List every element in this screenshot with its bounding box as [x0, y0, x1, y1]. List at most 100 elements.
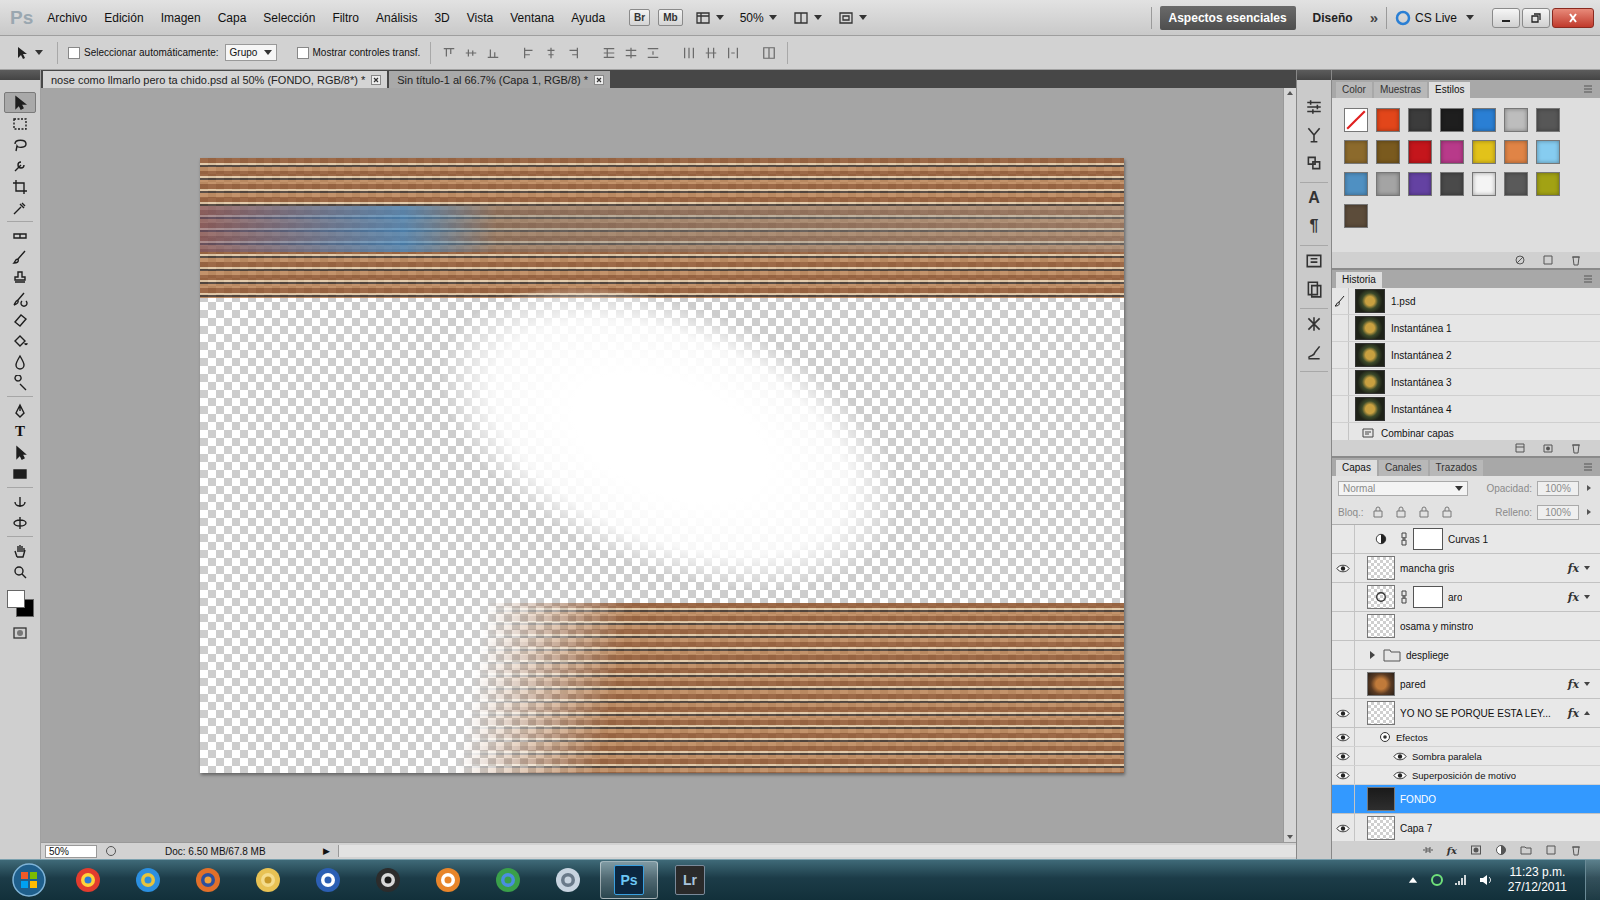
style-swatch[interactable]	[1436, 136, 1467, 167]
tool-button[interactable]: T	[5, 421, 35, 442]
tool-button[interactable]	[5, 330, 35, 351]
link-icon[interactable]	[1400, 532, 1408, 546]
fill-slider-button[interactable]	[1584, 505, 1594, 519]
text-panel-icon[interactable]: A	[1308, 189, 1320, 207]
tool-button[interactable]	[5, 442, 35, 463]
panel-menu-icon[interactable]	[1582, 273, 1594, 285]
cs-live-button[interactable]: CS Live	[1395, 10, 1474, 26]
layer-effects-badge[interactable]: fx	[1568, 678, 1579, 691]
clone-source-icon[interactable]	[1305, 154, 1323, 172]
signal-icon[interactable]	[1454, 873, 1468, 887]
layer-effects-badge[interactable]: fx	[1568, 707, 1579, 720]
new-style-icon[interactable]	[1542, 254, 1554, 266]
color-picker[interactable]	[5, 588, 35, 618]
trash-icon[interactable]	[1570, 442, 1582, 454]
menu-item[interactable]: Archivo	[47, 11, 87, 25]
status-menu-button[interactable]: ▶	[323, 846, 330, 856]
expand-effects-toggle[interactable]	[1584, 682, 1590, 686]
tool-button[interactable]	[5, 288, 35, 309]
panel-menu-icon[interactable]	[1582, 83, 1594, 95]
align-icon[interactable]	[682, 46, 696, 60]
opacity-field[interactable]: 100%	[1537, 481, 1579, 496]
mini-bridge-button[interactable]: Mb	[658, 9, 682, 26]
tool-button[interactable]	[5, 309, 35, 330]
menu-item[interactable]: Edición	[104, 11, 143, 25]
opacity-slider-button[interactable]	[1584, 481, 1594, 495]
link-layers-icon[interactable]	[1422, 844, 1434, 856]
history-source-toggle[interactable]	[1332, 315, 1349, 341]
layer-row[interactable]: FONDO	[1332, 785, 1600, 814]
new-layer-icon[interactable]	[1545, 844, 1557, 856]
view-extras-button[interactable]	[691, 8, 728, 28]
start-button[interactable]	[2, 862, 56, 898]
adjustment-layer-icon[interactable]	[1495, 844, 1507, 856]
taskbar-app[interactable]: Lr	[662, 861, 718, 899]
link-icon[interactable]	[1400, 590, 1408, 604]
tool-preset-picker[interactable]	[10, 45, 47, 61]
taskbar-app[interactable]	[540, 861, 596, 899]
align-icon[interactable]	[624, 46, 638, 60]
style-swatch[interactable]	[1436, 168, 1467, 199]
align-icon[interactable]	[762, 46, 776, 60]
layer-row[interactable]: Superposición de motivo	[1332, 766, 1600, 785]
vertical-scrollbar[interactable]	[1283, 88, 1296, 842]
taskbar-app[interactable]	[240, 861, 296, 899]
align-icon[interactable]	[464, 46, 478, 60]
taskbar-app[interactable]	[300, 861, 356, 899]
history-source-toggle[interactable]	[1332, 288, 1349, 314]
zoom-field[interactable]: 50%	[45, 845, 97, 858]
panel-tab[interactable]: Muestras	[1374, 82, 1427, 98]
new-group-icon[interactable]	[1520, 844, 1532, 856]
visibility-toggle[interactable]	[1332, 670, 1355, 698]
style-swatch[interactable]	[1532, 104, 1563, 135]
tool-button[interactable]	[5, 246, 35, 267]
panel-tab[interactable]: Historia	[1336, 272, 1382, 288]
history-item[interactable]: Instantánea 4	[1332, 396, 1600, 423]
history-item[interactable]: Instantánea 2	[1332, 342, 1600, 369]
document-tab[interactable]: Sin título-1 al 66.7% (Capa 1, RGB/8) *	[389, 71, 610, 88]
history-item[interactable]: Instantánea 3	[1332, 369, 1600, 396]
trash-icon[interactable]	[1570, 844, 1582, 856]
style-swatch[interactable]	[1404, 136, 1435, 167]
style-swatch[interactable]	[1340, 168, 1371, 199]
visibility-toggle[interactable]	[1332, 554, 1355, 582]
panel-tab[interactable]: Trazados	[1430, 460, 1483, 476]
close-tab-icon[interactable]	[594, 75, 604, 85]
fill-field[interactable]: 100%	[1537, 505, 1579, 520]
tool-button[interactable]	[5, 267, 35, 288]
new-document-from-state-icon[interactable]	[1514, 442, 1526, 454]
layer-mask-thumbnail[interactable]	[1413, 586, 1443, 608]
visibility-toggle[interactable]	[1332, 612, 1355, 640]
visibility-toggle[interactable]	[1332, 641, 1355, 669]
checkbox[interactable]	[68, 47, 80, 59]
align-icon[interactable]	[566, 46, 580, 60]
lock-option-icon[interactable]	[1372, 506, 1384, 518]
transform-controls-checkbox[interactable]: Mostrar controles transf.	[297, 47, 421, 59]
text-panel-icon[interactable]: ¶	[1310, 217, 1319, 235]
style-swatch[interactable]	[1468, 136, 1499, 167]
trash-icon[interactable]	[1570, 254, 1582, 266]
restore-button[interactable]	[1522, 8, 1550, 28]
taskbar-app[interactable]: Ps	[600, 861, 658, 899]
add-layer-style-button[interactable]: fx	[1447, 845, 1457, 856]
masks-panel-icon[interactable]	[1305, 126, 1323, 144]
style-swatch[interactable]	[1532, 168, 1563, 199]
tool-button[interactable]	[5, 134, 35, 155]
history-source-toggle[interactable]	[1332, 342, 1349, 368]
expand-effects-toggle[interactable]	[1584, 566, 1590, 570]
expand-group-toggle[interactable]	[1370, 651, 1375, 659]
menu-item[interactable]: Ayuda	[571, 11, 605, 25]
menu-item[interactable]: Ventana	[510, 11, 554, 25]
document-info-icon[interactable]	[105, 845, 117, 857]
layer-row[interactable]: arofx	[1332, 583, 1600, 612]
history-source-toggle[interactable]	[1332, 423, 1349, 440]
style-swatch[interactable]	[1372, 168, 1403, 199]
navigator-panel-icon[interactable]	[1305, 252, 1323, 270]
lock-option-icon[interactable]	[1395, 506, 1407, 518]
visibility-toggle[interactable]	[1332, 814, 1355, 841]
arrange-documents-button[interactable]	[789, 8, 826, 28]
document-canvas[interactable]	[200, 158, 1124, 773]
layer-row[interactable]: paredfx	[1332, 670, 1600, 699]
history-item[interactable]: Combinar capas	[1332, 423, 1600, 440]
auto-select-checkbox[interactable]: Seleccionar automáticamente:	[68, 47, 219, 59]
